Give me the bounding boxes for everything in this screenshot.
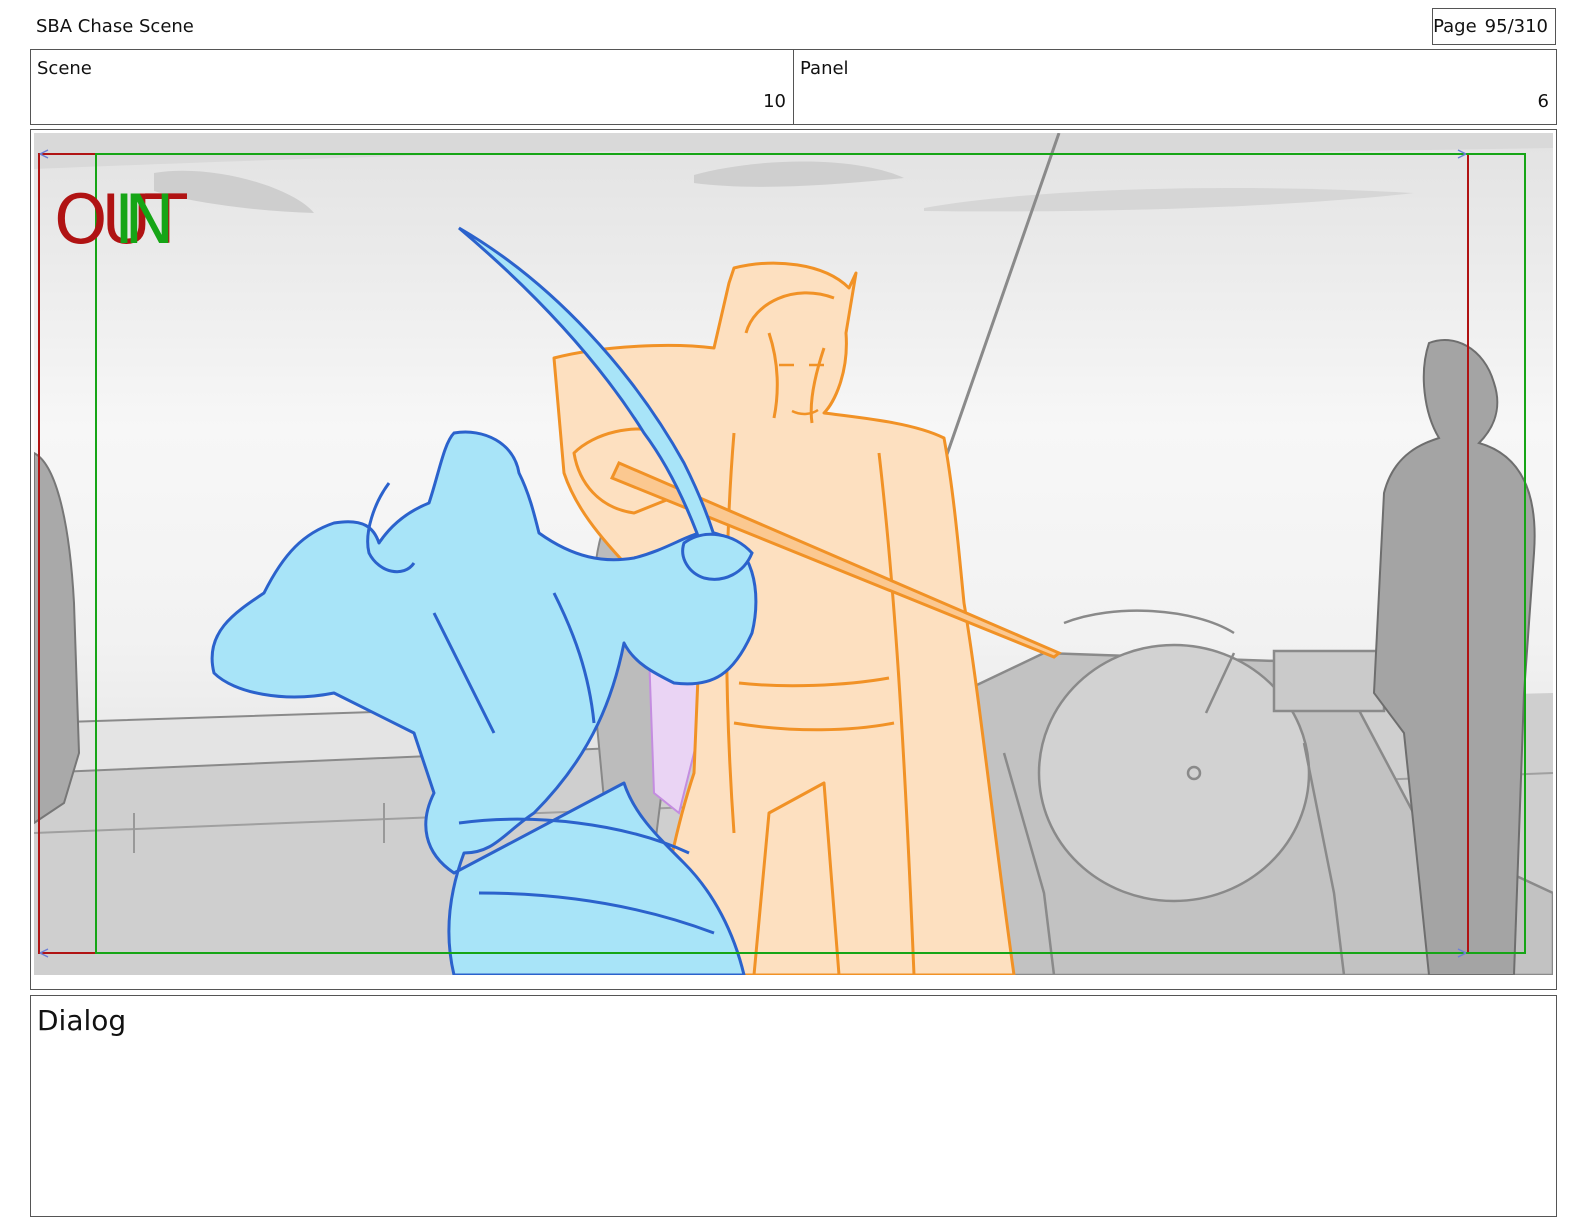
storyboard-frame: OUT IN: [30, 129, 1557, 990]
page-label: Page: [1433, 16, 1477, 37]
panel-number: 6: [1537, 91, 1549, 112]
panel-cell: Panel 6: [793, 50, 1556, 124]
dialog-box: Dialog: [30, 995, 1557, 1217]
scene-label: Scene: [37, 58, 92, 79]
dialog-label: Dialog: [37, 1004, 127, 1037]
page-number: 95/310: [1484, 16, 1548, 37]
scene-cell: Scene 10: [31, 50, 793, 124]
scene-number: 10: [763, 91, 786, 112]
page-indicator: Page 95/310: [1432, 8, 1556, 45]
panel-label: Panel: [800, 58, 849, 79]
scene-panel-row: Scene 10 Panel 6: [30, 49, 1557, 125]
in-marker: IN: [114, 181, 169, 260]
storyboard-drawing: OUT IN: [34, 133, 1553, 975]
document-title: SBA Chase Scene: [36, 16, 194, 37]
